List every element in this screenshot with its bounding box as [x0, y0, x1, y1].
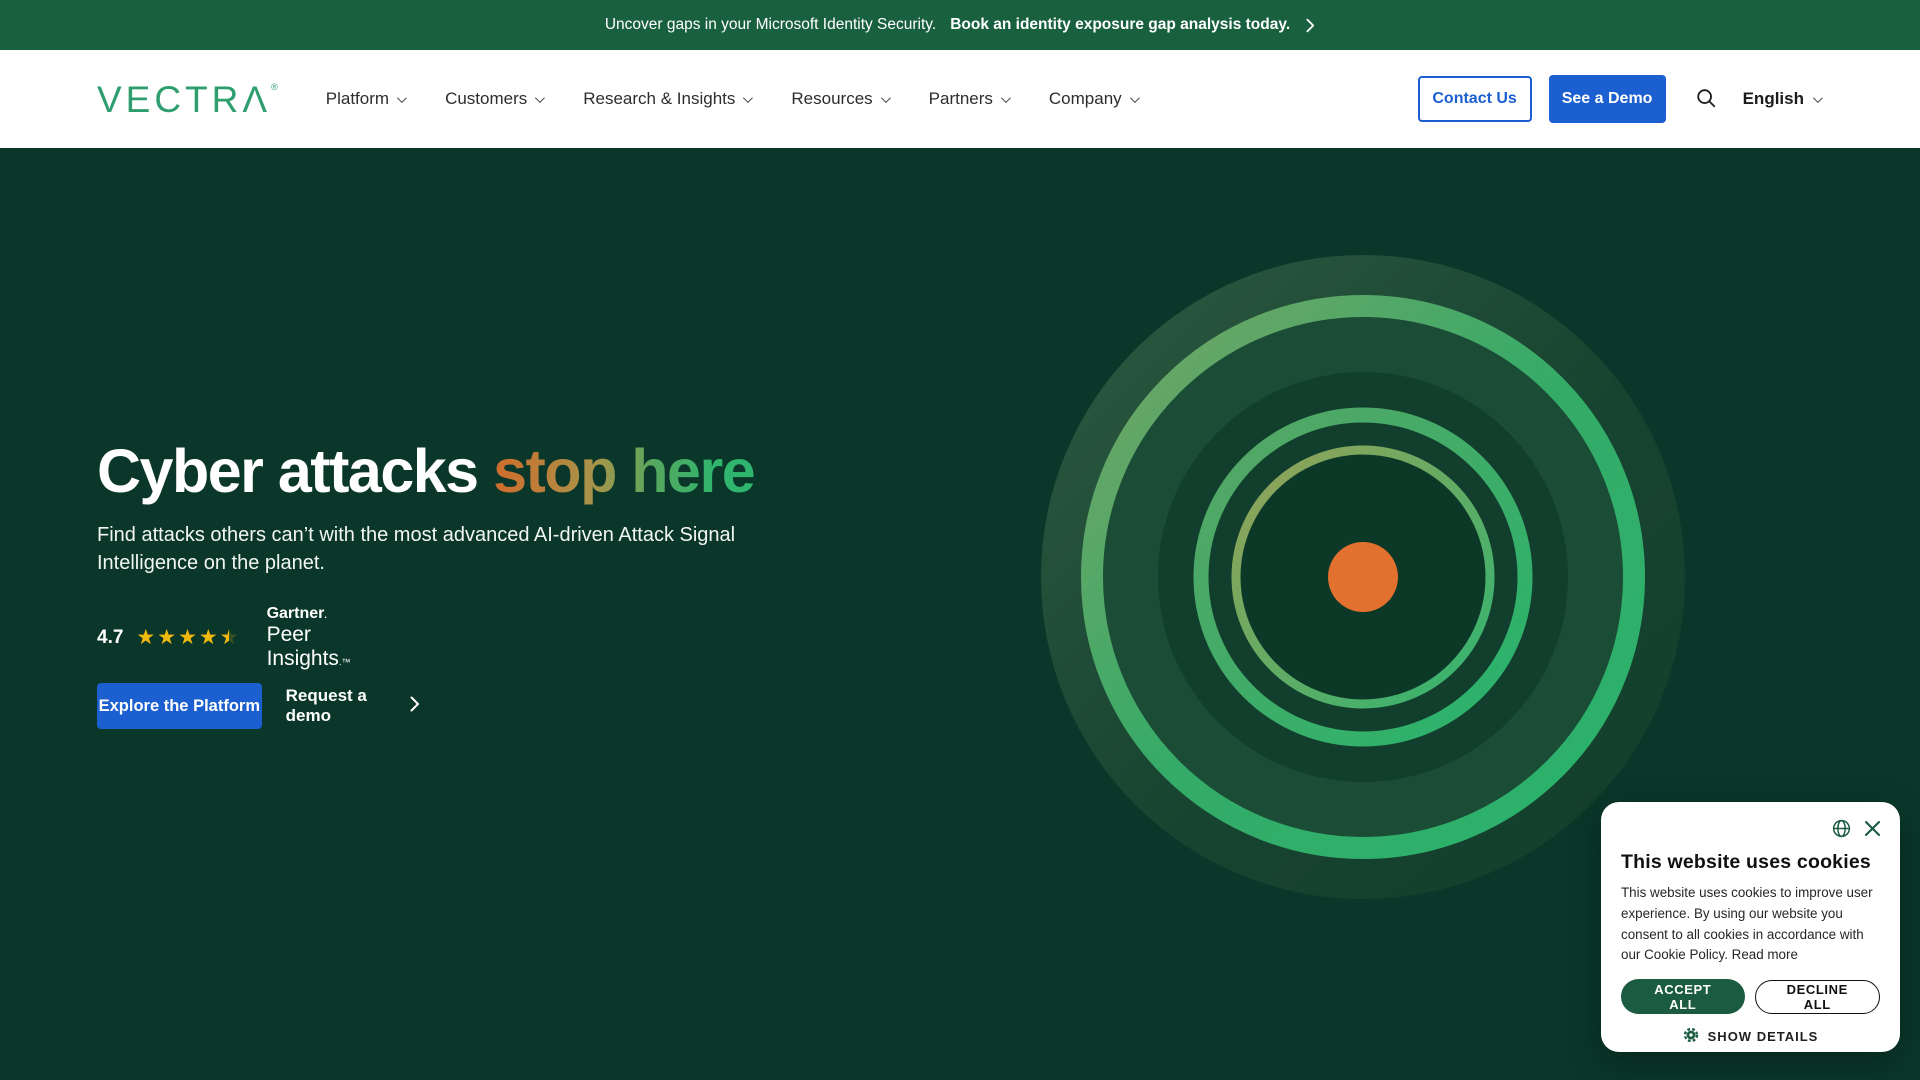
promo-banner: Uncover gaps in your Microsoft Identity …: [0, 0, 1920, 50]
cookie-close-button[interactable]: [1865, 821, 1880, 839]
chevron-down-icon: [1129, 92, 1140, 103]
hero-cta-row: Explore the Platform Request a demo: [97, 683, 420, 729]
hero-title: Cyber attacks stop here: [97, 437, 756, 505]
read-more-link[interactable]: Read more: [1732, 947, 1798, 962]
chevron-down-icon: [397, 92, 407, 103]
nav-item-resources[interactable]: Resources: [791, 89, 891, 109]
search-button[interactable]: [1695, 87, 1717, 112]
nav-item-research-insights[interactable]: Research & Insights: [583, 89, 754, 109]
star-rating-icon: ★★★★★ ★★★★★: [136, 626, 241, 650]
chevron-down-icon: [1000, 92, 1011, 103]
language-selector[interactable]: English: [1742, 89, 1823, 109]
cookie-consent-dialog: This website uses cookies This website u…: [1601, 802, 1900, 1052]
cookie-language-button[interactable]: [1831, 818, 1852, 842]
decline-all-button[interactable]: DECLINE ALL: [1754, 979, 1880, 1014]
hero-title-gradient: stop here: [493, 437, 756, 505]
nav-actions: Contact Us See a Demo English: [1417, 75, 1823, 123]
promo-banner-cta[interactable]: Book an identity exposure gap analysis t…: [950, 16, 1290, 34]
language-label: English: [1742, 89, 1804, 108]
chevron-down-icon: [1812, 92, 1823, 103]
main-navbar: VECTRΛ ® Platform Customers Research & In…: [0, 50, 1920, 148]
contact-us-button[interactable]: Contact Us: [1417, 76, 1532, 122]
cookie-title: This website uses cookies: [1621, 851, 1871, 873]
accept-all-button[interactable]: ACCEPT ALL: [1621, 979, 1745, 1015]
hero-subtitle: Find attacks others can’t with the most …: [97, 524, 736, 574]
explore-platform-button[interactable]: Explore the Platform: [97, 683, 262, 729]
nav-item-platform[interactable]: Platform: [326, 89, 407, 109]
vectra-logo-text: VECTRΛ: [97, 78, 272, 120]
rating-score: 4.7: [97, 626, 124, 648]
globe-icon: [1831, 818, 1852, 842]
nav-item-company[interactable]: Company: [1049, 89, 1140, 109]
registered-mark: ®: [271, 81, 278, 92]
chevron-right-icon: [1306, 18, 1315, 33]
chevron-down-icon: [743, 92, 754, 103]
chevron-down-icon: [880, 92, 891, 103]
close-icon: [1865, 821, 1880, 839]
gartner-rating: 4.7 ★★★★★ ★★★★★ Gartner. Peer Insights.™: [97, 605, 350, 671]
promo-banner-text: Uncover gaps in your Microsoft Identity …: [604, 16, 937, 33]
chevron-right-icon: [410, 696, 420, 717]
gear-icon: [1683, 1027, 1699, 1046]
see-a-demo-button[interactable]: See a Demo: [1548, 75, 1666, 123]
gartner-peer-insights-logo: Gartner. Peer Insights.™: [266, 605, 351, 670]
cookie-body-text: This website uses cookies to improve use…: [1621, 885, 1873, 963]
request-demo-link[interactable]: Request a demo: [286, 686, 420, 726]
chevron-down-icon: [535, 92, 546, 103]
nav-menu: Platform Customers Research & Insights R…: [326, 89, 1140, 109]
search-icon: [1695, 87, 1717, 112]
nav-item-customers[interactable]: Customers: [445, 89, 546, 109]
center-target-dot: [1328, 542, 1398, 612]
nav-item-partners[interactable]: Partners: [929, 89, 1011, 109]
vectra-logo[interactable]: VECTRΛ ®: [97, 81, 278, 118]
show-details-button[interactable]: SHOW DETAILS: [1621, 1027, 1880, 1046]
